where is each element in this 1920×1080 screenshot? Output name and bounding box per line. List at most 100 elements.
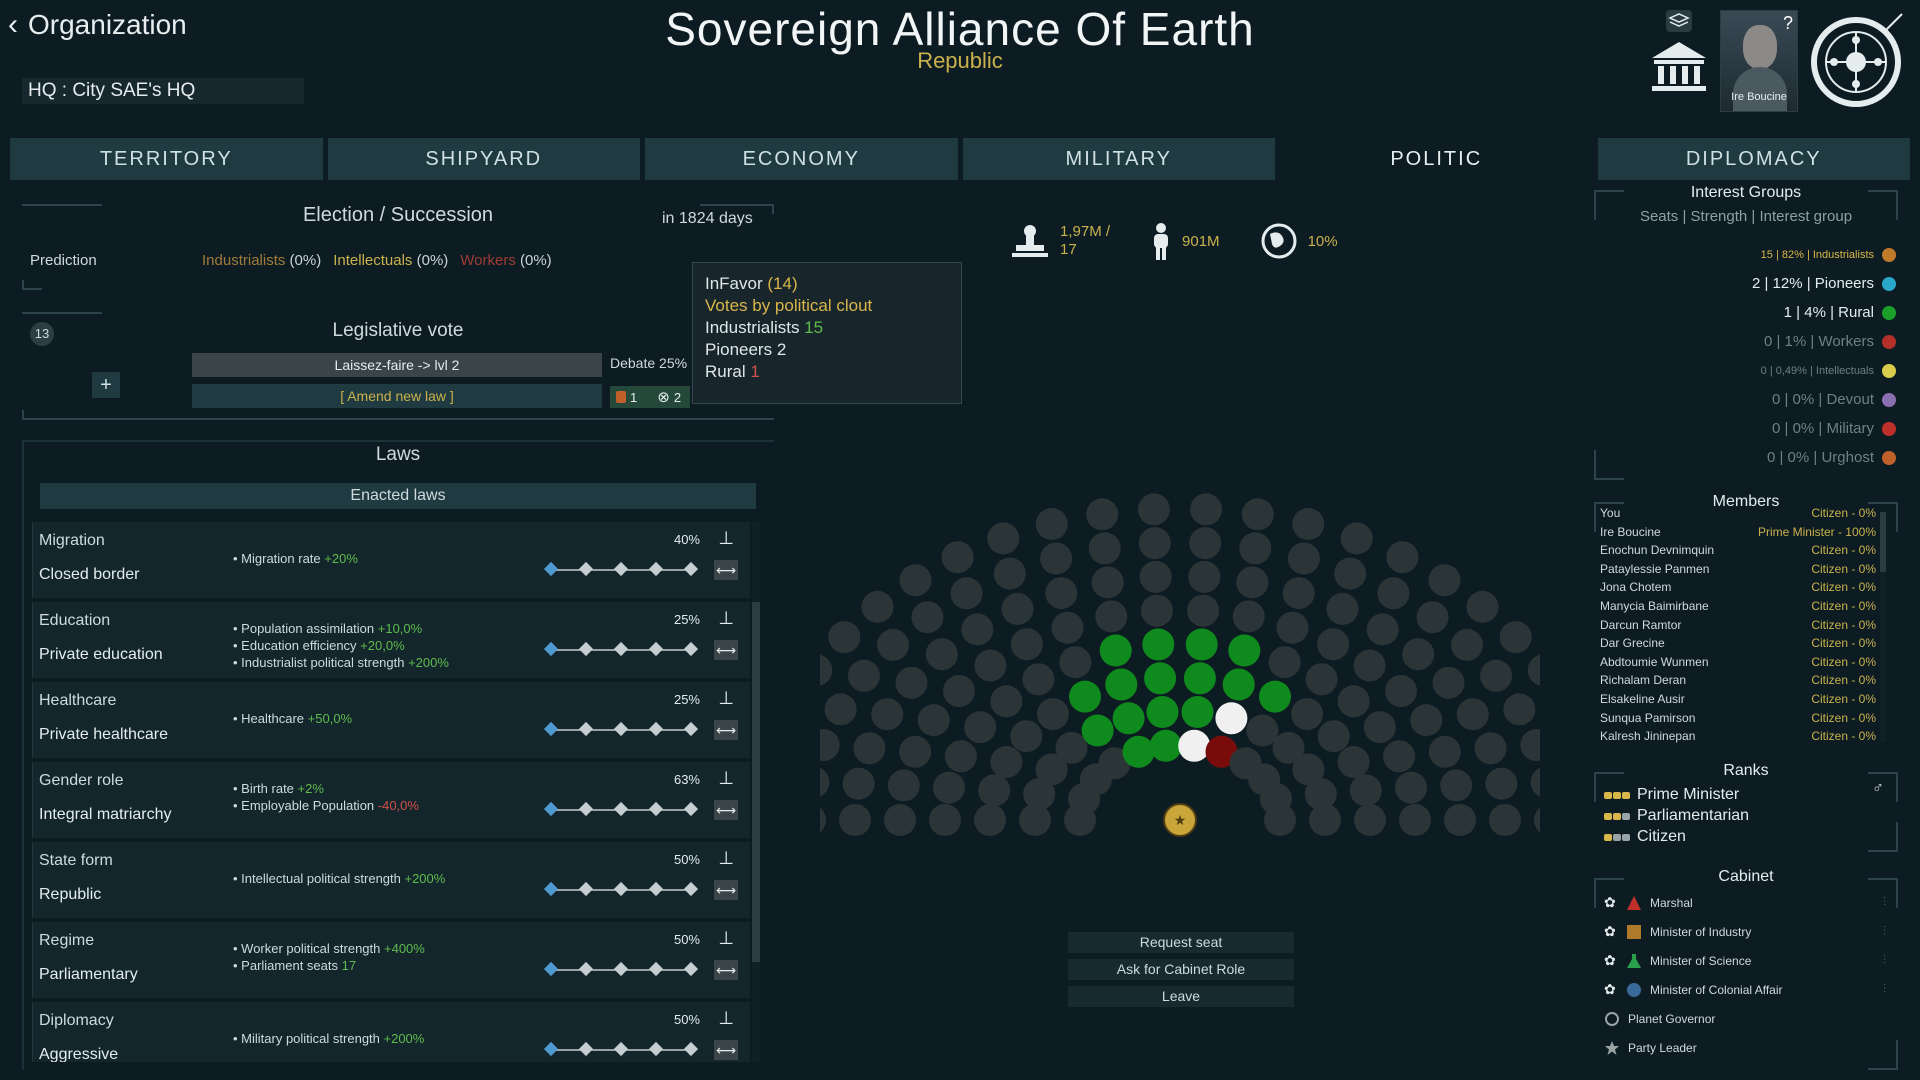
interest-group-row[interactable]: 15 | 82% | Industrialists <box>1596 240 1896 269</box>
parliament-seat[interactable] <box>1317 720 1350 753</box>
parliament-seat[interactable] <box>1268 646 1301 679</box>
parliament-seat[interactable] <box>1122 735 1155 768</box>
law-level-node[interactable] <box>578 961 594 977</box>
swap-law-icon[interactable]: ⟷ <box>714 640 738 660</box>
law-level-slider[interactable] <box>543 1041 706 1058</box>
parliament-seat[interactable] <box>1399 804 1431 836</box>
interest-group-row[interactable]: 0 | 1% | Workers <box>1596 327 1896 356</box>
parliament-seat[interactable] <box>1428 735 1461 768</box>
laws-scrollbar[interactable] <box>752 522 760 1062</box>
law-level-node[interactable] <box>613 561 629 577</box>
pin-icon[interactable]: ⫶ <box>1883 982 1886 997</box>
parliament-seat[interactable] <box>828 621 861 654</box>
parliament-seat[interactable] <box>1188 560 1221 593</box>
interest-group-row[interactable]: 1 | 4% | Rural <box>1596 298 1896 327</box>
law-level-node[interactable] <box>578 881 594 897</box>
member-row[interactable]: Pataylessie Panmen Citizen - 0% <box>1600 562 1876 581</box>
leader-portrait[interactable]: ? Ire Boucine <box>1720 10 1798 112</box>
law-level-slider[interactable] <box>543 881 706 898</box>
back-button[interactable]: ‹ Organization <box>8 8 187 42</box>
members-scrollbar[interactable] <box>1880 512 1886 742</box>
stamp-icon[interactable]: ⊥ <box>718 608 734 629</box>
interest-group-row[interactable]: 0 | 0% | Devout <box>1596 385 1896 414</box>
parliament-seat[interactable] <box>1149 729 1182 762</box>
law-level-node[interactable] <box>578 721 594 737</box>
parliament-seat[interactable] <box>853 732 886 765</box>
parliament-seat[interactable] <box>839 804 871 836</box>
law-level-node[interactable] <box>683 641 699 657</box>
parliament-seat[interactable] <box>1185 628 1218 661</box>
law-level-node[interactable] <box>543 801 559 817</box>
parliament-seat[interactable] <box>1055 731 1088 764</box>
member-row[interactable]: Ire Boucine Prime Minister - 100% <box>1600 525 1876 544</box>
ask-for-cabinet-role-button[interactable]: Ask for Cabinet Role <box>1068 959 1294 980</box>
parliament-seat[interactable] <box>847 659 880 692</box>
parliament-seat[interactable] <box>978 774 1011 807</box>
cabinet-row[interactable]: ✿ Minister of Science ⫶ <box>1604 946 1892 975</box>
parliament-seat[interactable] <box>895 666 928 699</box>
parliament-seat[interactable] <box>1142 628 1175 661</box>
law-level-node[interactable] <box>543 721 559 737</box>
parliament-seat[interactable] <box>1317 628 1350 661</box>
parliament-seat[interactable] <box>842 767 875 800</box>
parliament-seat[interactable] <box>1291 698 1324 731</box>
law-level-node[interactable] <box>683 961 699 977</box>
parliament-seat[interactable] <box>1069 680 1101 713</box>
parliament-seat[interactable] <box>820 729 840 762</box>
law-level-node[interactable] <box>613 641 629 657</box>
parliament-seat[interactable] <box>1035 508 1068 540</box>
parliament-seat[interactable] <box>929 804 961 836</box>
parliament-seat[interactable] <box>1480 659 1513 692</box>
swap-law-icon[interactable]: ⟷ <box>714 560 738 580</box>
parliament-seat[interactable] <box>1395 771 1427 804</box>
tab-territory[interactable]: TERRITORY <box>10 138 323 180</box>
parliament-seat[interactable] <box>1112 702 1145 735</box>
parliament-seat[interactable] <box>1241 498 1274 531</box>
stamp-icon[interactable]: ⊥ <box>718 528 734 549</box>
parliament-seat[interactable] <box>974 649 1007 682</box>
cabinet-row[interactable]: ✿ Minister of Industry ⫶ <box>1604 917 1892 946</box>
parliament-seat[interactable] <box>1485 767 1518 800</box>
law-level-node[interactable] <box>648 881 664 897</box>
pin-icon[interactable]: ⫶ <box>1883 895 1886 910</box>
parliament-seat[interactable] <box>1383 740 1416 773</box>
leave-button[interactable]: Leave <box>1068 986 1294 1007</box>
parliament-seat[interactable] <box>1190 493 1223 526</box>
parliament-seat[interactable] <box>990 746 1023 778</box>
law-level-node[interactable] <box>648 801 664 817</box>
parliament-seat[interactable] <box>1178 729 1211 762</box>
tab-politic[interactable]: POLITIC <box>1280 138 1593 180</box>
law-level-node[interactable] <box>578 1041 594 1057</box>
parliament-seat[interactable] <box>911 601 944 634</box>
parliament-seat[interactable] <box>1444 804 1476 836</box>
parliament-seat[interactable] <box>1334 557 1367 590</box>
parliament-seat[interactable] <box>1232 600 1265 633</box>
parliament-seat[interactable] <box>964 711 997 744</box>
parliament-seat[interactable] <box>1138 527 1171 560</box>
parliament-seat[interactable] <box>1051 611 1084 644</box>
parliament-seat[interactable] <box>1187 594 1220 627</box>
parliament-seat[interactable] <box>1146 696 1179 728</box>
parliament-seat[interactable] <box>899 564 932 597</box>
parliament-seat[interactable] <box>1144 662 1177 695</box>
parliament-seat[interactable] <box>824 693 857 726</box>
parliament-seat[interactable] <box>1091 566 1124 599</box>
parliament-seat[interactable] <box>941 541 974 574</box>
parliament-seat[interactable] <box>1337 746 1370 778</box>
parliament-seat[interactable] <box>1183 662 1216 695</box>
member-row[interactable]: Dar Grecine Citizen - 0% <box>1600 636 1876 655</box>
parliament-seat[interactable] <box>917 704 950 737</box>
stamp-icon[interactable]: ⊥ <box>718 1008 734 1029</box>
parliament-seat[interactable] <box>820 804 826 836</box>
parliament-seat[interactable] <box>1010 720 1043 753</box>
enacted-laws-tab[interactable]: Enacted laws <box>40 483 756 509</box>
pin-icon[interactable]: ⫶ <box>1883 953 1886 968</box>
parliament-seat[interactable] <box>1349 774 1382 807</box>
parliament-seat[interactable] <box>961 613 994 646</box>
parliament-seat[interactable] <box>1228 634 1261 667</box>
law-level-node[interactable] <box>683 881 699 897</box>
member-row[interactable]: You Citizen - 0% <box>1600 506 1876 525</box>
parliament-seat[interactable] <box>1137 493 1170 526</box>
tab-economy[interactable]: ECONOMY <box>645 138 958 180</box>
swap-law-icon[interactable]: ⟷ <box>714 880 738 900</box>
